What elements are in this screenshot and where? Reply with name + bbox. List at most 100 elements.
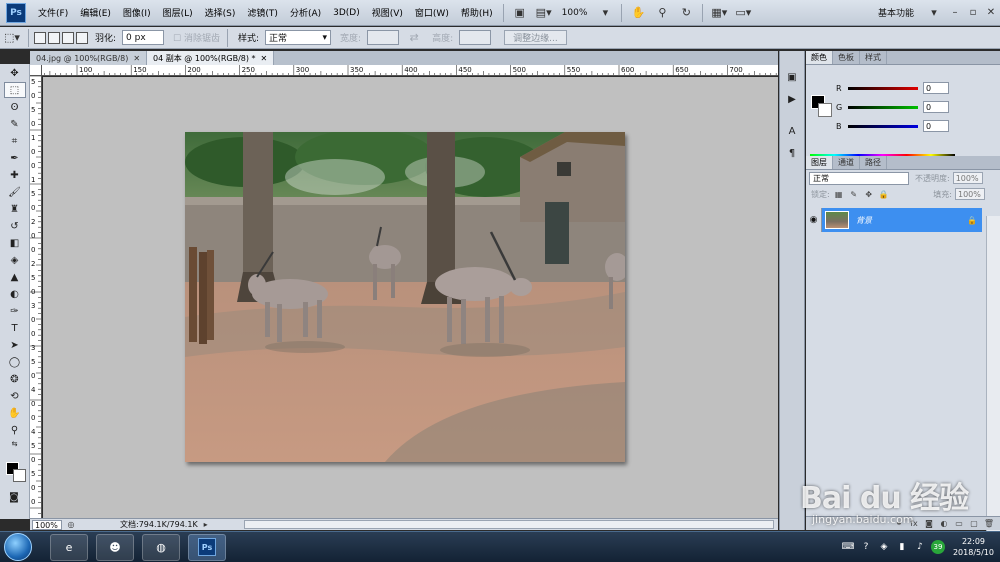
tab-04-copy[interactable]: 04 副本 @ 100%(RGB/8) * ✕	[147, 51, 275, 65]
hand-tool-icon[interactable]: ✋	[629, 5, 647, 21]
menu-filter[interactable]: 滤镜(T)	[241, 6, 284, 19]
lock-transparency-icon[interactable]: ▦	[833, 190, 845, 199]
view-extras-icon[interactable]: ▤▾	[535, 5, 553, 21]
quick-selection-tool-icon[interactable]: ✎	[4, 116, 26, 132]
color-panel-background-swatch[interactable]	[818, 103, 832, 117]
eraser-tool-icon[interactable]: ◧	[4, 235, 26, 251]
paint-bucket-tool-icon[interactable]: ◈	[4, 252, 26, 268]
restore-button[interactable]: ▫	[964, 7, 982, 18]
add-selection-icon[interactable]	[48, 31, 60, 44]
menu-help[interactable]: 帮助(H)	[455, 6, 499, 19]
blue-slider[interactable]	[848, 124, 918, 128]
subtract-selection-icon[interactable]	[62, 31, 74, 44]
spot-healing-tool-icon[interactable]: ✚	[4, 167, 26, 183]
swap-dimensions-icon[interactable]: ⇄	[405, 30, 423, 46]
rectangular-marquee-tool-icon[interactable]: ⬚	[3, 82, 26, 98]
tray-signal-icon[interactable]: ▮	[895, 540, 909, 554]
new-layer-icon[interactable]: ▢	[968, 519, 980, 528]
marquee-preset-icon[interactable]: ⬚▾	[3, 30, 21, 46]
taskbar-browser-icon[interactable]: ◍	[142, 533, 180, 561]
zoom-tool-icon[interactable]: ⚲	[4, 422, 26, 438]
new-selection-icon[interactable]	[34, 31, 46, 44]
new-group-icon[interactable]: ▭	[953, 519, 965, 528]
lock-pixels-icon[interactable]: ✎	[848, 190, 860, 199]
green-value-input[interactable]: 0	[923, 101, 949, 113]
feather-input[interactable]: 0 px	[122, 30, 165, 45]
zoom-level-select[interactable]: 100%	[556, 8, 594, 18]
arrange-documents-icon[interactable]: ▦▾	[710, 5, 728, 21]
quick-mask-icon[interactable]: ◙	[3, 489, 25, 505]
tab-color[interactable]: 颜色	[806, 51, 833, 64]
style-select[interactable]: 正常 ▾	[265, 30, 332, 45]
tray-help-icon[interactable]: ?	[859, 540, 873, 554]
3d-rotate-tool-icon[interactable]: ❂	[4, 371, 26, 387]
canvas-area[interactable]	[43, 77, 778, 518]
close-button[interactable]: ✕	[982, 7, 1000, 18]
blend-mode-select[interactable]: 正常	[809, 171, 909, 185]
lasso-tool-icon[interactable]: ʘ	[4, 99, 26, 115]
height-input[interactable]	[459, 30, 492, 45]
ruler-origin[interactable]	[30, 65, 42, 76]
taskbar-ie-icon[interactable]: e	[50, 533, 88, 561]
adjustment-layer-icon[interactable]: ◐	[938, 519, 950, 528]
status-zoom-input[interactable]: 100%	[32, 519, 62, 530]
layer-visibility-eye-icon[interactable]: ◉	[806, 208, 822, 232]
menu-select[interactable]: 选择(S)	[199, 6, 242, 19]
clone-stamp-tool-icon[interactable]: ♜	[4, 201, 26, 217]
zoom-tool-icon[interactable]: ⚲	[653, 5, 671, 21]
horizontal-scrollbar[interactable]	[244, 520, 774, 529]
fill-input[interactable]: 100%	[955, 188, 985, 200]
tray-volume-icon[interactable]: ♪	[913, 540, 927, 554]
eyedropper-tool-icon[interactable]: ✒	[4, 150, 26, 166]
horizontal-ruler[interactable]: 1001502002503003504004505005506006507007…	[42, 65, 778, 76]
hand-tool-icon[interactable]: ✋	[4, 405, 26, 421]
rotate-view-icon[interactable]: ↻	[677, 5, 695, 21]
refine-edge-button[interactable]: 调整边缘...	[504, 30, 567, 45]
menu-3d[interactable]: 3D(D)	[327, 8, 366, 18]
green-slider[interactable]	[848, 105, 918, 109]
pen-tool-icon[interactable]: ✑	[4, 303, 26, 319]
layer-style-icon[interactable]: fx	[908, 519, 920, 528]
taskbar-qq-icon[interactable]: ☻	[96, 533, 134, 561]
add-mask-icon[interactable]: ◙	[923, 519, 935, 528]
status-info-icon[interactable]: ◎	[65, 520, 77, 530]
dodge-tool-icon[interactable]: ◐	[4, 286, 26, 302]
brush-tool-icon[interactable]: 🖌	[4, 184, 26, 200]
vertical-ruler[interactable]: 5 0 5 0 1 0 0 1 5 0 2 0 0 2 5 0 3 0 0 3 5 0 4 0 0 4 5 0 5 0 0	[30, 76, 42, 518]
paragraph-panel-icon[interactable]: ¶	[784, 145, 800, 161]
tray-network-icon[interactable]: ◈	[877, 540, 891, 554]
tab-swatches[interactable]: 色板	[833, 51, 860, 64]
background-color-swatch[interactable]	[13, 469, 26, 482]
blur-tool-icon[interactable]: ▲	[4, 269, 26, 285]
link-layers-icon[interactable]: ⚭	[893, 519, 905, 528]
close-tab-icon[interactable]: ✕	[133, 54, 140, 63]
minimize-button[interactable]: –	[946, 7, 964, 18]
layers-scrollbar[interactable]	[986, 216, 1000, 562]
menu-view[interactable]: 视图(V)	[366, 6, 409, 19]
workspace-switcher[interactable]: 基本功能	[870, 6, 922, 19]
lock-position-icon[interactable]: ✥	[863, 190, 875, 199]
delete-layer-icon[interactable]: 🗑	[983, 519, 995, 528]
menu-file[interactable]: 文件(F)	[32, 6, 74, 19]
status-menu-arrow-icon[interactable]: ▸	[201, 520, 211, 530]
tab-styles[interactable]: 样式	[860, 51, 887, 64]
crop-tool-icon[interactable]: ⌗	[4, 133, 26, 149]
opacity-input[interactable]: 100%	[952, 172, 983, 184]
tray-keyboard-icon[interactable]: ⌨	[841, 540, 855, 554]
workspace-dropdown-icon[interactable]: ▾	[925, 5, 943, 21]
lock-all-icon[interactable]: 🔒	[878, 190, 890, 199]
bridge-icon[interactable]: ▣	[511, 5, 529, 21]
zoom-dropdown-icon[interactable]: ▾	[596, 5, 614, 21]
document-image[interactable]	[185, 132, 625, 462]
menu-edit[interactable]: 编辑(E)	[74, 6, 117, 19]
blue-value-input[interactable]: 0	[923, 120, 949, 132]
3d-orbit-tool-icon[interactable]: ⟲	[4, 388, 26, 404]
tab-channels[interactable]: 通道	[833, 156, 860, 169]
swap-colors-icon[interactable]: ⇆	[4, 439, 26, 449]
menu-window[interactable]: 窗口(W)	[409, 6, 455, 19]
menu-layer[interactable]: 图层(L)	[157, 6, 199, 19]
type-tool-icon[interactable]: T	[4, 320, 26, 336]
tray-security-badge[interactable]: 39	[930, 540, 945, 554]
history-panel-icon[interactable]: ▣	[784, 69, 800, 85]
layer-background[interactable]: ◉ 背景 🔒	[806, 208, 982, 232]
